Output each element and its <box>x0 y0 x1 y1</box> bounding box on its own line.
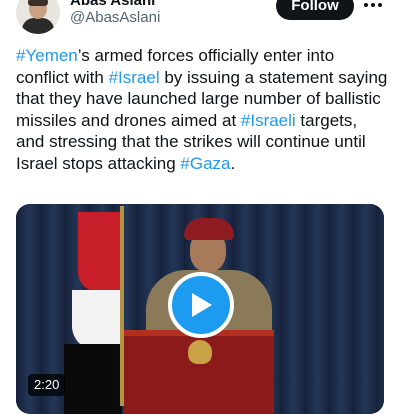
avatar[interactable] <box>16 0 60 34</box>
flag-black-band <box>64 344 122 414</box>
flag-white-band <box>72 290 122 350</box>
follow-button[interactable]: Follow <box>276 0 354 20</box>
avatar-hair <box>28 0 48 6</box>
hashtag-gaza[interactable]: #Gaza <box>180 154 230 173</box>
hashtag-israeli[interactable]: #Israeli <box>241 111 296 130</box>
more-horizontal-icon[interactable] <box>364 0 382 10</box>
podium-emblem <box>188 340 212 364</box>
hashtag-israel[interactable]: #Israel <box>109 68 160 87</box>
video-player[interactable]: 2:20 <box>16 204 384 414</box>
tweet-text-segment: . <box>230 153 236 173</box>
author-handle[interactable]: @AbasAslani <box>70 9 160 27</box>
avatar-shirt <box>22 18 54 34</box>
play-icon <box>192 293 212 317</box>
tweet-text: #Yemen’s armed forces officially enter i… <box>16 45 388 174</box>
tweet-header: Abas Aslani @AbasAslani Follow <box>0 0 400 40</box>
play-button[interactable] <box>168 272 234 338</box>
flag-red-band <box>78 212 122 292</box>
hashtag-yemen[interactable]: #Yemen <box>16 46 78 65</box>
video-duration: 2:20 <box>28 374 66 396</box>
speaker-cap <box>184 218 234 240</box>
